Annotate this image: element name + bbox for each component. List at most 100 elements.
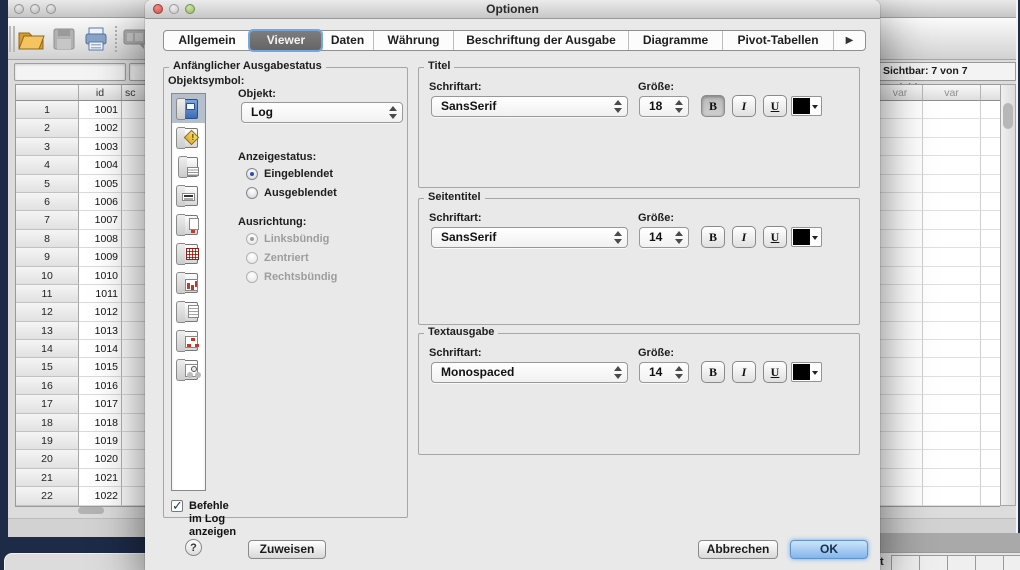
column-header-id[interactable]: id (79, 85, 122, 101)
italic-button[interactable]: I (732, 95, 756, 117)
underline-button[interactable]: U (763, 361, 787, 383)
id-cell[interactable]: 1004 (79, 156, 122, 175)
id-cell[interactable]: 1005 (79, 174, 122, 193)
table-row[interactable] (878, 450, 1000, 469)
tab-pivot-tabellen[interactable]: Pivot-Tabellen (722, 31, 833, 50)
italic-button[interactable]: I (732, 226, 756, 248)
id-cell[interactable]: 1014 (79, 340, 122, 359)
table-row[interactable] (878, 303, 1000, 322)
chart-icon[interactable] (172, 268, 205, 297)
row-header-cell[interactable]: 5 (16, 174, 79, 193)
row-header-cell[interactable]: 19 (16, 432, 79, 451)
id-cell[interactable]: 1022 (79, 487, 122, 506)
ok-button[interactable]: OK (790, 540, 868, 559)
color-picker-button[interactable] (791, 362, 822, 382)
radio-eingeblendet[interactable]: Eingeblendet (246, 168, 396, 182)
font-select[interactable]: SansSerif (431, 96, 628, 117)
table-row[interactable] (878, 211, 1000, 230)
table-row[interactable] (878, 487, 1000, 506)
row-header-cell[interactable]: 8 (16, 229, 79, 249)
log-icon[interactable] (172, 94, 205, 123)
tab-w-hrung[interactable]: Währung (373, 31, 453, 50)
id-cell[interactable]: 1008 (79, 229, 122, 249)
font-select[interactable]: Monospaced (431, 362, 628, 383)
table-row[interactable] (878, 358, 1000, 377)
table-row[interactable] (878, 468, 1000, 488)
tab-allgemein[interactable]: Allgemein (164, 31, 250, 50)
row-header-cell[interactable]: 21 (16, 468, 79, 488)
size-select[interactable]: 18 (639, 96, 689, 117)
open-folder-icon[interactable] (16, 25, 46, 53)
notes-icon[interactable] (172, 152, 205, 181)
row-header-cell[interactable]: 13 (16, 321, 79, 341)
id-cell[interactable]: 1015 (79, 358, 122, 377)
row-header-cell[interactable]: 22 (16, 487, 79, 506)
page-title-icon[interactable] (172, 210, 205, 239)
row-header-cell[interactable]: 18 (16, 413, 79, 433)
id-cell[interactable]: 1007 (79, 211, 122, 230)
print-icon[interactable] (82, 25, 112, 53)
row-header-cell[interactable]: 3 (16, 137, 79, 157)
radio-ausgeblendet[interactable]: Ausgeblendet (246, 187, 396, 201)
id-cell[interactable]: 1012 (79, 303, 122, 322)
table-row[interactable] (878, 376, 1000, 396)
id-cell[interactable]: 1020 (79, 450, 122, 469)
row-header-cell[interactable]: 6 (16, 192, 79, 212)
id-cell[interactable]: 1019 (79, 432, 122, 451)
id-cell[interactable]: 1001 (79, 101, 122, 120)
warnings-icon[interactable] (172, 123, 205, 152)
table-row[interactable] (878, 413, 1000, 433)
row-header-cell[interactable]: 15 (16, 358, 79, 377)
underline-button[interactable]: U (763, 95, 787, 117)
column-header-var[interactable]: var (878, 85, 923, 101)
id-cell[interactable]: 1021 (79, 468, 122, 488)
id-cell[interactable]: 1009 (79, 248, 122, 267)
row-header-cell[interactable]: 4 (16, 156, 79, 175)
bold-button[interactable]: B (701, 361, 725, 383)
tree-icon[interactable] (172, 326, 205, 355)
table-row[interactable] (878, 340, 1000, 359)
row-header-cell[interactable]: 10 (16, 266, 79, 285)
tab-overflow-button[interactable]: ▶ (833, 31, 865, 50)
column-header-partial[interactable] (981, 85, 1000, 101)
row-header-cell[interactable]: 7 (16, 211, 79, 230)
text-output-icon[interactable] (172, 297, 205, 326)
id-cell[interactable]: 1013 (79, 321, 122, 341)
cell-reference-field[interactable] (14, 63, 126, 81)
size-select[interactable]: 14 (639, 362, 689, 383)
bold-button[interactable]: B (701, 95, 725, 117)
close-icon[interactable] (14, 4, 24, 14)
object-icon-list[interactable] (171, 93, 206, 491)
vertical-scrollbar[interactable] (1000, 84, 1016, 506)
toolbar-grip[interactable] (9, 26, 15, 52)
table-row[interactable] (878, 432, 1000, 451)
table-row[interactable] (878, 321, 1000, 341)
tab-daten[interactable]: Daten (321, 31, 373, 50)
color-picker-button[interactable] (791, 227, 822, 247)
tab-beschriftung-der-ausgabe[interactable]: Beschriftung der Ausgabe (453, 31, 628, 50)
help-button[interactable]: ? (185, 539, 202, 556)
checkbox-icon[interactable] (171, 498, 183, 514)
dialog-titlebar[interactable]: Optionen (145, 0, 880, 19)
id-cell[interactable]: 1006 (79, 192, 122, 212)
id-cell[interactable]: 1003 (79, 137, 122, 157)
table-row[interactable] (878, 174, 1000, 193)
tab-diagramme[interactable]: Diagramme (628, 31, 722, 50)
id-cell[interactable]: 1018 (79, 413, 122, 433)
size-select[interactable]: 14 (639, 227, 689, 248)
title-icon[interactable] (172, 181, 205, 210)
bold-button[interactable]: B (701, 226, 725, 248)
model-icon[interactable] (172, 355, 205, 384)
pivot-table-icon[interactable] (172, 239, 205, 268)
corner-header-cell[interactable] (16, 85, 79, 101)
id-cell[interactable]: 1017 (79, 395, 122, 414)
column-header-var[interactable]: var (923, 85, 981, 101)
row-header-cell[interactable]: 12 (16, 303, 79, 322)
table-row[interactable] (878, 284, 1000, 304)
minimize-icon[interactable] (30, 4, 40, 14)
tab-viewer[interactable]: Viewer (250, 31, 321, 50)
apply-button[interactable]: Zuweisen (248, 540, 326, 559)
cancel-button[interactable]: Abbrechen (698, 540, 778, 559)
radio-icon[interactable] (246, 187, 258, 199)
table-row[interactable] (878, 119, 1000, 138)
